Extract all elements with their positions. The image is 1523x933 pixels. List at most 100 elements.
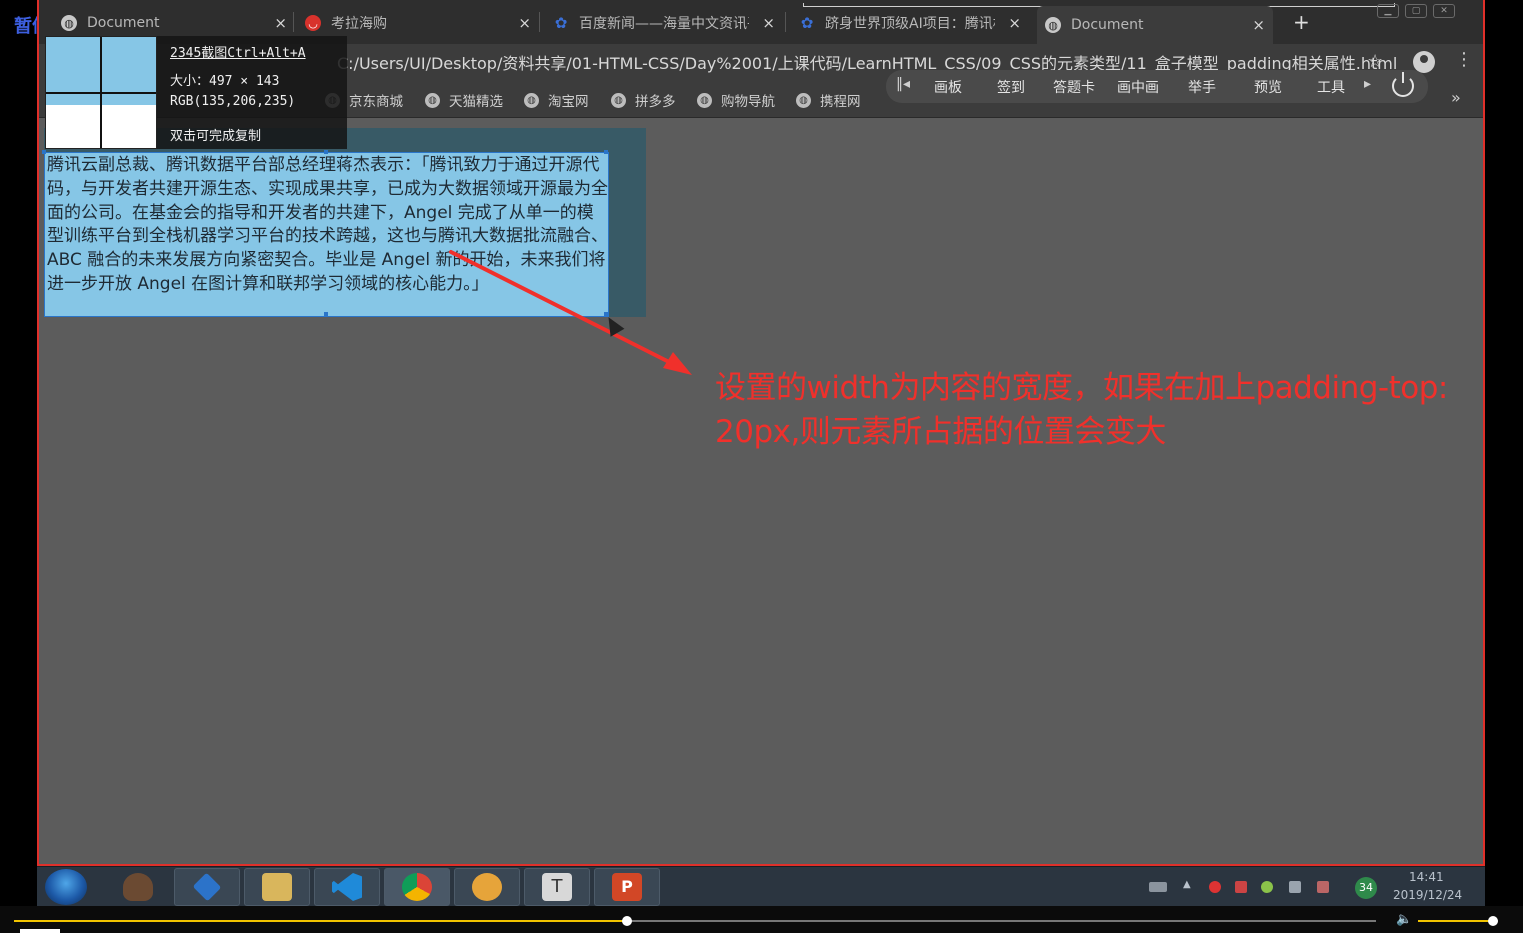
tab-baidu-news[interactable]: ✿ 百度新闻——海量中文资讯平 × [553,8,775,38]
annotation-note: 设置的width为内容的宽度，如果在加上padding-top: 20px,则元… [715,370,1448,450]
bookmark-star-icon[interactable]: ☆ [1367,51,1383,72]
start-button[interactable] [45,869,87,905]
taskbar: T P ▲ 34 14:41 2019/12/24 [37,866,1485,906]
clock-date[interactable]: 2019/12/24 [1393,888,1462,902]
video-player-bar: 🔈 [0,906,1523,933]
pixel-color: RGB(135,206,235) [170,94,296,109]
volume-icon[interactable]: 🔈 [1396,912,1412,927]
close-icon[interactable]: × [1008,14,1021,32]
more-menu-icon[interactable]: ⋮ [1455,49,1473,70]
bookmark-tmall[interactable]: ◍ 天猫精选 [425,90,503,110]
selection-size: 大小：497 × 143 [170,74,280,89]
taskbar-app-explorer[interactable] [244,868,310,906]
globe-icon: ◍ [61,15,77,31]
tab-separator [293,12,294,32]
seek-handle[interactable] [621,916,632,926]
tab-title: Document [87,15,160,31]
tab-title: Document [1071,17,1144,33]
volume-handle[interactable] [1488,916,1499,926]
close-icon[interactable]: × [274,14,287,32]
toolbar-item-raise-hand[interactable]: 举手 [1188,77,1216,97]
powerpoint-icon: P [612,873,642,901]
toolbar-item-drawing-board[interactable]: 画板 [934,77,962,97]
seek-bar[interactable] [14,916,1376,926]
bookmarks-more-button[interactable]: » [1451,88,1461,107]
content-box-selected[interactable]: 腾讯云副总裁、腾讯数据平台部总经理蒋杰表示：「腾讯致力于通过开源代码，与开发者共… [42,150,609,317]
close-icon[interactable]: × [518,14,531,32]
globe-icon: ◍ [1045,17,1061,33]
maximize-button[interactable]: ▢ [1405,4,1427,18]
tab-separator [785,12,786,32]
resize-handle[interactable] [324,150,328,154]
screenshot-tool-panel: 2345截图Ctrl+Alt+A 大小：497 × 143 RGB(135,20… [45,36,347,149]
resize-handle[interactable] [604,312,608,316]
volume-slider[interactable] [1418,916,1499,926]
tab-title: 百度新闻——海量中文资讯平 [579,16,749,32]
taskbar-app-chrome[interactable] [384,868,450,906]
display-icon[interactable] [1289,881,1301,893]
toolbar-item-answer-card[interactable]: 答题卡 [1053,77,1095,97]
close-icon[interactable]: × [1252,16,1265,34]
typora-icon: T [542,873,572,901]
new-tab-button[interactable]: + [1293,10,1310,34]
volume-muted-icon[interactable] [1317,881,1329,893]
tab-tencent-ai[interactable]: ✿ 跻身世界顶级AI项目：腾讯机 × [799,8,1021,38]
close-icon[interactable]: × [762,14,775,32]
paragraph-text: 腾讯云副总裁、腾讯数据平台部总经理蒋杰表示：「腾讯致力于通过开源代码，与开发者共… [47,155,608,294]
keyboard-icon[interactable] [1149,882,1167,892]
tab-kaola[interactable]: ◡ 考拉海购 × [305,8,531,38]
bookmark-ctrip[interactable]: ◍ 携程网 [796,90,861,110]
volume-level [1418,920,1494,922]
collapse-toolbar-button[interactable]: ‖◂ [896,76,910,92]
tab-document-1[interactable]: ◍ Document × [61,8,287,38]
tab-separator [539,12,540,32]
power-icon[interactable] [1392,72,1414,97]
screenshot-tool-title: 2345截图Ctrl+Alt+A [170,46,306,61]
globe-icon: ◍ [425,92,440,108]
globe-icon: ◍ [524,92,539,108]
copy-hint: 双击可完成复制 [170,129,262,144]
system-tray: ▲ 34 14:41 2019/12/24 [1137,867,1477,907]
bookmark-taobao[interactable]: ◍ 淘宝网 [524,90,589,110]
toolbar-item-preview[interactable]: 预览 [1254,77,1282,97]
tab-title: 考拉海购 [331,16,387,32]
toolbar-item-tools[interactable]: 工具 [1317,77,1345,97]
resize-handle[interactable] [604,150,608,154]
chrome-icon [402,873,432,901]
close-window-button[interactable]: ✕ [1433,4,1455,18]
kaola-icon: ◡ [305,15,321,31]
tab-document-active[interactable]: ◍ Document × [1037,6,1273,44]
resize-handle[interactable] [42,150,46,154]
taskbar-app-powerpoint[interactable]: P [594,868,660,906]
player-indicator [20,929,60,933]
minimize-button[interactable]: ▁ [1377,4,1399,18]
window-controls: ▁ ▢ ✕ [1377,4,1455,18]
tab-title: 跻身世界顶级AI项目：腾讯机 [825,16,995,32]
bookmark-shopping-nav[interactable]: ◍ 购物导航 [697,90,775,110]
folder-icon [262,873,292,901]
bookmark-pinduoduo[interactable]: ◍ 拼多多 [611,90,676,110]
resize-handle[interactable] [324,312,328,316]
toolbar-item-picture-in-picture[interactable]: 画中画 [1117,77,1159,97]
taskbar-app-player[interactable] [174,868,240,906]
person-icon [123,873,153,901]
vscode-icon [332,873,362,901]
seek-progress [14,920,627,922]
taskbar-app-vscode[interactable] [314,868,380,906]
tray-expand-icon[interactable]: ▲ [1183,879,1195,891]
antivirus-icon[interactable] [1209,881,1221,893]
baidu-paw-icon: ✿ [554,14,568,32]
security-icon[interactable] [1261,881,1273,893]
taskbar-app-typora[interactable]: T [524,868,590,906]
taskbar-app-notes[interactable] [454,868,520,906]
notes-icon [472,873,502,901]
network-warning-icon[interactable] [1235,881,1247,893]
clock-time[interactable]: 14:41 [1409,870,1444,884]
notification-badge[interactable]: 34 [1355,877,1377,899]
magnifier-preview [45,36,157,149]
toolbar-item-check-in[interactable]: 签到 [997,77,1025,97]
globe-icon: ◍ [796,92,811,108]
taskbar-app-avatar[interactable] [105,868,171,906]
globe-icon: ◍ [697,92,712,108]
expand-toolbar-button[interactable]: ▸ [1364,76,1371,92]
